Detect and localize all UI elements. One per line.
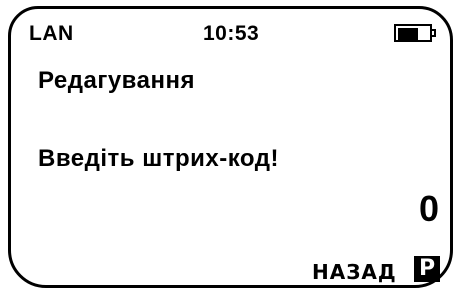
barcode-prompt: Введіть штрих-код! [38, 145, 279, 172]
battery-level-fill [398, 28, 418, 42]
screen-title: Редагування [38, 67, 195, 94]
battery-body [394, 24, 432, 42]
battery-icon [394, 24, 438, 44]
p-key-icon[interactable]: P [414, 256, 440, 282]
clock: 10:53 [203, 22, 260, 45]
battery-terminal [432, 29, 436, 37]
barcode-value: 0 [418, 188, 439, 229]
back-softkey-label[interactable]: НАЗАД [312, 260, 397, 284]
network-status: LAN [29, 22, 74, 45]
